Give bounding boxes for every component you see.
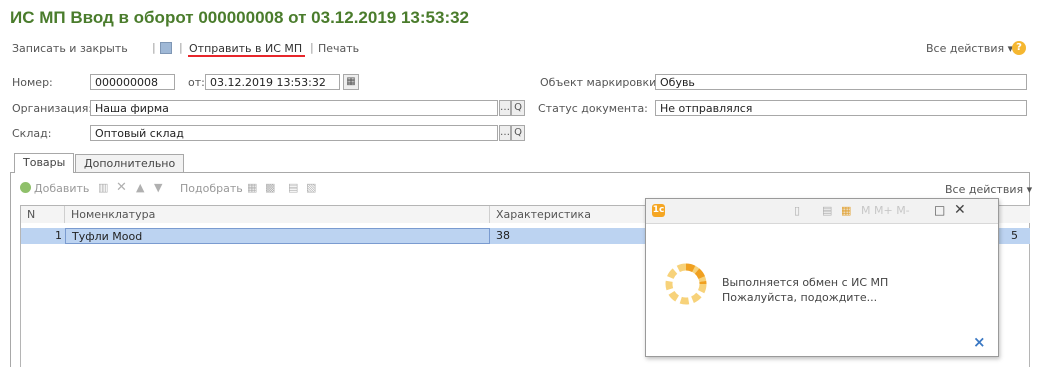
calendar-icon[interactable]: ▦ [343, 74, 359, 90]
dialog-message-line1: Выполняется обмен с ИС МП [722, 276, 889, 289]
fill-icon[interactable]: ▦ [247, 181, 257, 194]
object-label: Объект маркировки: [540, 76, 661, 89]
warehouse-choose-button[interactable]: … [499, 125, 511, 141]
org-open-icon[interactable]: Q [511, 100, 525, 116]
save-close-button[interactable]: Записать и закрыть [12, 42, 128, 55]
delete-icon[interactable]: ✕ [116, 180, 127, 195]
memory-buttons[interactable]: M M+ M- [861, 204, 910, 217]
row-characteristic[interactable]: 38 [490, 228, 640, 244]
all-actions-menu[interactable]: Все действия ▾ [926, 42, 1013, 55]
toolbar-separator: | [310, 41, 314, 54]
help-icon[interactable]: ? [1012, 41, 1026, 55]
col-header-n[interactable]: N [21, 206, 65, 223]
date-field[interactable]: 03.12.2019 13:53:32 [205, 74, 340, 90]
status-field[interactable]: Не отправлялся [655, 100, 1027, 116]
close-icon[interactable]: ✕ [954, 202, 966, 218]
row-number: 1 [55, 229, 62, 242]
send-underline-highlight [188, 55, 305, 57]
toolbar-separator: | [179, 41, 183, 54]
print-button[interactable]: Печать [318, 42, 359, 55]
goods-all-actions-menu[interactable]: Все действия ▾ [945, 183, 1032, 196]
org-field[interactable]: Наша фирма [90, 100, 498, 116]
org-choose-button[interactable]: … [499, 100, 511, 116]
warehouse-open-icon[interactable]: Q [511, 125, 525, 141]
pick-button[interactable]: Подобрать [180, 182, 243, 195]
row-quantity-partial: 5 [1011, 229, 1018, 242]
date-label: от: [188, 76, 205, 89]
add-button[interactable]: Добавить [34, 182, 89, 195]
document-title: ИС МП Ввод в оборот 000000008 от 03.12.2… [10, 8, 470, 27]
col-header-item[interactable]: Номенклатура [65, 206, 490, 223]
copy-icon[interactable]: ▥ [98, 181, 108, 194]
doc-icon[interactable]: ▯ [794, 204, 800, 217]
app-logo-icon: 1c [652, 204, 665, 217]
status-label: Статус документа: [538, 102, 648, 115]
dialog-message-line2: Пожалуйста, подождите... [722, 291, 878, 304]
org-label: Организация: [12, 102, 93, 115]
row-item[interactable]: Туфли Mood [65, 228, 490, 244]
object-field[interactable]: Обувь [655, 74, 1027, 90]
paste-icon[interactable]: ▩ [265, 181, 275, 194]
number-label: Номер: [12, 76, 53, 89]
excel-icon[interactable]: ▧ [306, 181, 316, 194]
warehouse-field[interactable]: Оптовый склад [90, 125, 498, 141]
maximize-icon[interactable]: □ [934, 203, 945, 217]
toolbar-separator: | [152, 41, 156, 54]
warehouse-label: Склад: [12, 127, 52, 140]
list-icon[interactable]: ▤ [822, 204, 832, 217]
progress-dialog: 1c ▯ ▤ ▦ M M+ M- □ ✕ Выполняется обмен с… [645, 198, 999, 357]
tab-additional[interactable]: Дополнительно [75, 154, 185, 172]
tab-goods[interactable]: Товары [14, 153, 75, 173]
calendar-icon[interactable]: ▦ [841, 204, 851, 217]
move-down-icon[interactable]: ▼ [154, 181, 162, 194]
cancel-icon[interactable]: × [973, 333, 986, 351]
number-field[interactable]: 000000008 [90, 74, 175, 90]
disk-icon[interactable] [160, 42, 172, 54]
add-icon[interactable] [20, 182, 31, 193]
send-to-ismp-button[interactable]: Отправить в ИС МП [189, 42, 302, 55]
barcode-icon[interactable]: ▤ [288, 181, 298, 194]
loading-spinner-icon [665, 263, 707, 305]
move-up-icon[interactable]: ▲ [136, 181, 144, 194]
